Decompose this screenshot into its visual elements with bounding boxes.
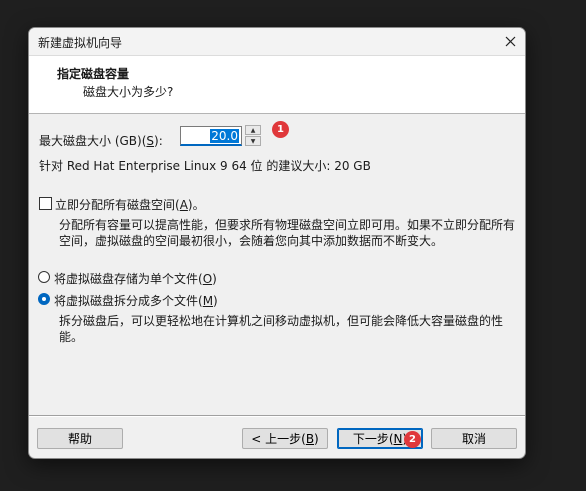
- page-title: 指定磁盘容量: [57, 67, 130, 81]
- multiple-files-radio[interactable]: [38, 293, 50, 305]
- close-button[interactable]: [495, 28, 525, 55]
- close-icon: [505, 36, 515, 47]
- new-vm-wizard-dialog: 新建虚拟机向导 指定磁盘容量 磁盘大小为多少? 最大磁盘大小 (GB)(S): …: [28, 27, 526, 459]
- help-button[interactable]: 帮助: [37, 428, 123, 449]
- single-file-label[interactable]: 将虚拟磁盘存储为单个文件(O): [54, 270, 217, 287]
- window-title: 新建虚拟机向导: [38, 36, 123, 50]
- disk-size-label: 最大磁盘大小 (GB)(S):: [39, 134, 163, 148]
- allocate-now-label[interactable]: 立即分配所有磁盘空间(A)。: [55, 196, 205, 213]
- split-description: 拆分磁盘后，可以更轻松地在计算机之间移动虚拟机，但可能会降低大容量磁盘的性能。: [59, 314, 504, 344]
- spin-up-button[interactable]: ▲: [245, 125, 261, 135]
- cancel-button[interactable]: 取消: [431, 428, 517, 449]
- title-bar: 新建虚拟机向导: [29, 28, 525, 56]
- page-subtitle: 磁盘大小为多少?: [83, 85, 174, 99]
- button-separator: [29, 415, 525, 417]
- wizard-header: 指定磁盘容量 磁盘大小为多少?: [29, 56, 525, 114]
- disk-size-value: 20.0: [210, 129, 239, 143]
- annotation-badge-1: 1: [272, 121, 289, 138]
- single-file-radio[interactable]: [38, 271, 50, 283]
- disk-size-input[interactable]: 20.0: [180, 126, 242, 146]
- back-button[interactable]: < 上一步(B): [242, 428, 328, 449]
- spin-down-button[interactable]: ▼: [245, 136, 261, 146]
- multiple-files-label[interactable]: 将虚拟磁盘拆分成多个文件(M): [54, 292, 218, 309]
- recommended-size-text: 针对 Red Hat Enterprise Linux 9 64 位 的建议大小…: [39, 159, 371, 173]
- allocate-now-description: 分配所有容量可以提高性能，但要求所有物理磁盘空间立即可用。如果不立即分配所有空间…: [59, 218, 516, 248]
- disk-size-stepper: ▲ ▼: [245, 125, 261, 147]
- allocate-now-checkbox[interactable]: [39, 197, 52, 210]
- annotation-badge-2: 2: [404, 431, 421, 448]
